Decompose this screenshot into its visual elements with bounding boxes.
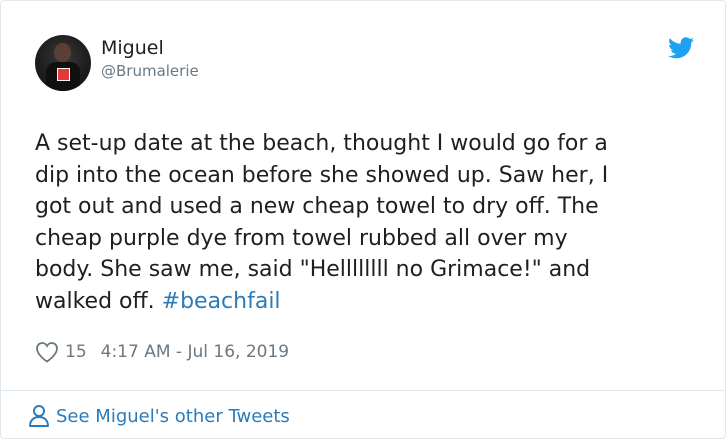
tweet-card: Miguel @Brumalerie A set-up date at the … (0, 0, 726, 439)
avatar-head (54, 43, 71, 62)
author-handle[interactable]: @Brumalerie (101, 61, 199, 81)
author-avatar[interactable] (35, 35, 91, 91)
tweet-text-line: walked off. (35, 288, 162, 314)
see-other-tweets-link[interactable]: See Miguel's other Tweets (28, 403, 290, 429)
avatar-shirt-logo (57, 68, 70, 81)
tweet-text: A set-up date at the beach, thought I wo… (35, 128, 705, 317)
person-outline-icon (29, 405, 49, 427)
heart-outline-icon[interactable] (35, 341, 59, 363)
tweet-text-line: cheap purple dye from towel rubbed all o… (35, 225, 568, 251)
author-name[interactable]: Miguel (101, 36, 164, 60)
tweet-text-line: got out and used a new cheap towel to dr… (35, 194, 599, 219)
tweet-text-line: body. She saw me, said "Hellllllll no Gr… (35, 257, 591, 282)
tweet-timestamp[interactable]: 4:17 AM - Jul 16, 2019 (101, 342, 289, 362)
footer-divider (1, 390, 725, 391)
hashtag-link[interactable]: #beachfail (162, 289, 281, 314)
twitter-bird-icon[interactable] (668, 37, 694, 59)
tweet-meta: 15 4:17 AM - Jul 16, 2019 (35, 339, 289, 365)
like-count[interactable]: 15 (65, 342, 87, 362)
tweet-text-line: dip into the ocean before she showed up.… (35, 162, 609, 188)
tweet-text-line: A set-up date at the beach, thought I wo… (35, 131, 608, 156)
see-other-tweets-label: See Miguel's other Tweets (56, 405, 290, 427)
